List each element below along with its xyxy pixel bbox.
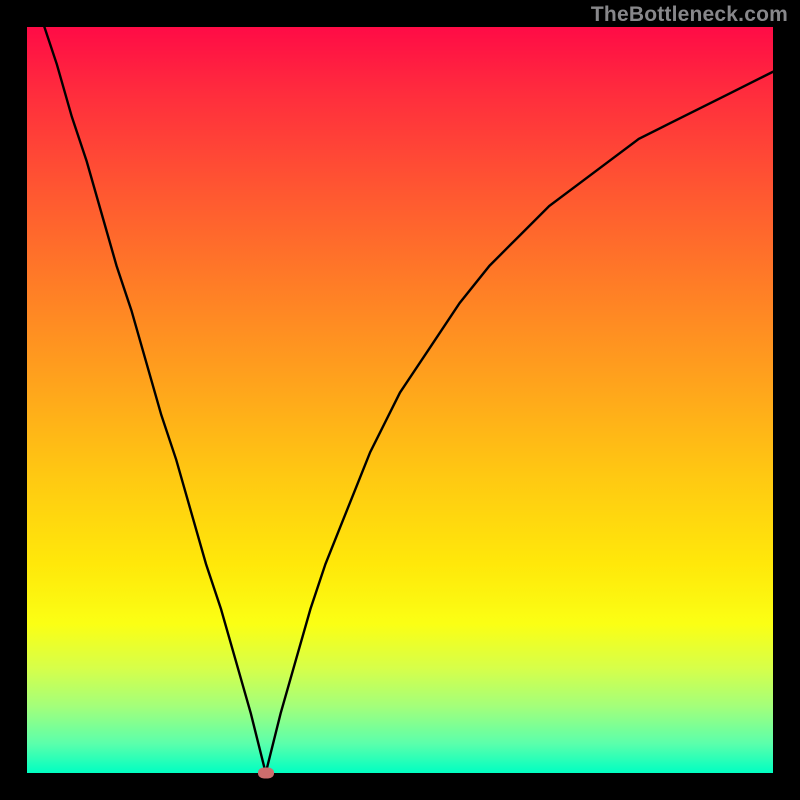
plot-area — [27, 27, 773, 773]
chart-frame: TheBottleneck.com — [0, 0, 800, 800]
curve-path — [27, 27, 773, 773]
bottleneck-curve — [27, 27, 773, 773]
minimum-marker — [258, 768, 274, 779]
watermark-text: TheBottleneck.com — [591, 3, 788, 27]
